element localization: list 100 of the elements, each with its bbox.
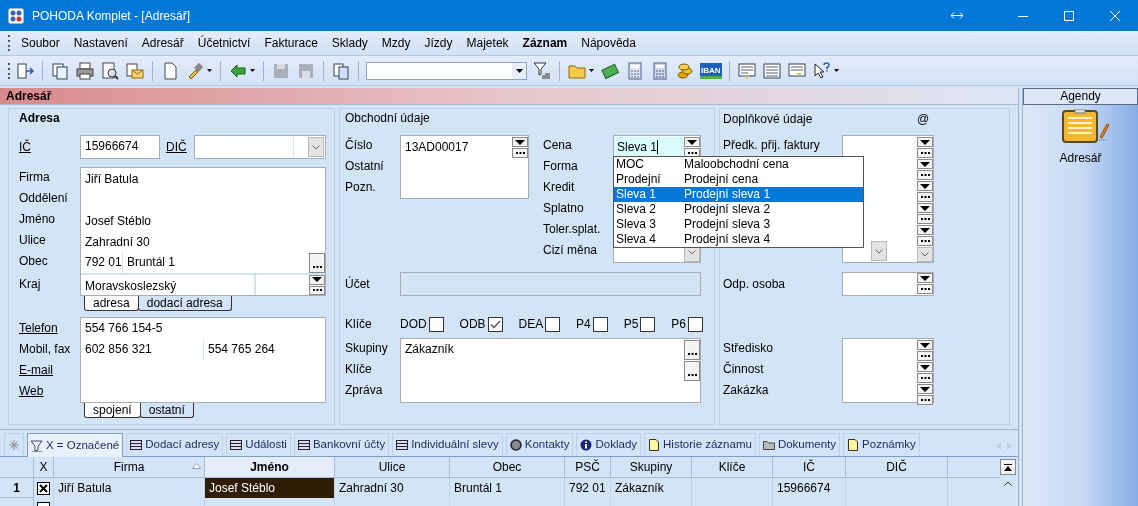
field-label: Předk. přij. faktury <box>723 137 821 154</box>
dropdown-option[interactable]: Sleva 4 Prodejní sleva 4 <box>614 232 863 247</box>
at-sign-label: @ <box>917 110 930 128</box>
city-field[interactable]: Bruntál 1 <box>123 252 309 273</box>
ic-field[interactable]: 15966674 <box>80 135 160 159</box>
column-header[interactable]: DIČ <box>846 457 948 478</box>
field-value[interactable]: Josef Stéblo <box>85 211 152 230</box>
menu-item[interactable]: Adresář <box>134 32 191 54</box>
dropdown-option[interactable]: MOC Maloobchodní cena <box>614 157 863 172</box>
price-field[interactable]: Sleva 1 <box>614 137 684 157</box>
field-label: Cizí měna <box>543 242 599 259</box>
dropdown-option[interactable]: Sleva 2 Prodejní sleva 2 <box>614 202 863 217</box>
panel-header: Adresář <box>0 88 1018 105</box>
tab[interactable]: Historie záznamu <box>644 433 756 456</box>
tab[interactable]: adresa <box>84 296 139 311</box>
field-value[interactable]: Zahradní 30 <box>85 232 150 251</box>
field-value[interactable]: 602 856 321 <box>81 339 204 360</box>
menu-item[interactable]: Účetnictví <box>190 32 258 54</box>
agenda-header: Agendy <box>1023 88 1138 105</box>
field-value: Sleva 1 <box>617 139 658 156</box>
column-header[interactable]: Firma <box>54 457 205 478</box>
field-label: Cena <box>543 137 573 154</box>
field-label: Středisko <box>723 340 775 357</box>
column-header[interactable]: Skupiny <box>611 457 692 478</box>
table-cell: Zahradní 30 <box>335 478 450 498</box>
field-label: Kraj <box>19 276 42 293</box>
dropdown-option[interactable]: Sleva 1 Prodejní sleva 1 <box>614 187 863 202</box>
field-value[interactable]: 554 766 154-5 <box>81 318 163 339</box>
menu-item[interactable]: Majetek <box>459 32 516 54</box>
field-value[interactable]: Jiří Batula <box>85 169 139 188</box>
tab[interactable]: Události <box>226 433 291 456</box>
field-label: Oddělení <box>19 190 69 207</box>
field-label: Obec <box>19 253 49 270</box>
tab[interactable]: Individuální slevy <box>392 433 503 456</box>
tab[interactable]: X = Označené <box>27 433 124 457</box>
menu-item[interactable]: Soubor <box>14 32 67 54</box>
checkbox-label: P4 <box>576 316 591 333</box>
menu-item[interactable]: Nápověda <box>574 32 643 54</box>
field-label: Skupiny <box>345 340 389 357</box>
tab[interactable]: spojení <box>84 403 141 418</box>
table-cell: 15966674 <box>773 478 846 498</box>
field-label: Splatno <box>543 200 585 217</box>
field-label: Odp. osoba <box>723 276 787 293</box>
checkbox-label: DOD <box>400 316 427 333</box>
field-label: Toler.splat. <box>543 221 602 238</box>
tab[interactable]: Bankovní účty <box>293 433 390 456</box>
menu-item[interactable]: Sklady <box>324 32 375 54</box>
table-cell: Zákazník <box>611 478 692 498</box>
field-label: Pozn. <box>345 179 377 196</box>
menu-item[interactable]: Nastavení <box>66 32 135 54</box>
field-label: Jméno <box>19 211 57 228</box>
iban-button[interactable]: IBAN <box>700 62 722 79</box>
field-label: DIČ <box>166 138 188 156</box>
field-label: Web <box>19 383 45 400</box>
column-header[interactable]: Klíče <box>692 457 773 478</box>
table-cell: 792 01 <box>565 478 611 498</box>
dropdown-option[interactable]: Sleva 3 Prodejní sleva 3 <box>614 217 863 232</box>
section-title: Adresa <box>19 110 60 127</box>
agenda-item[interactable]: Adresář <box>1061 109 1110 167</box>
checkbox-label: ODB <box>459 316 486 333</box>
tab[interactable]: Dokumenty <box>758 433 841 456</box>
menu-item[interactable]: Fakturace <box>257 32 325 54</box>
row-header[interactable]: 1 <box>0 478 34 498</box>
table-cell: Josef Stéblo <box>205 478 335 498</box>
checkbox-label: P5 <box>623 316 639 333</box>
tab[interactable]: Doklady <box>576 433 642 456</box>
menu-item[interactable]: Mzdy <box>374 32 418 54</box>
tab[interactable]: Kontakty <box>505 433 574 456</box>
window-title: POHODA Komplet - [Adresář] <box>32 7 191 25</box>
postcode-field[interactable]: 792 01 <box>81 252 123 273</box>
field-label: Mobil, fax <box>19 341 72 358</box>
column-header[interactable]: Obec <box>450 457 565 478</box>
tab[interactable]: dodací adresa <box>137 296 232 311</box>
field-value[interactable]: Zákazník <box>401 339 684 402</box>
field-value[interactable]: 13AD00017 <box>401 136 512 198</box>
table-cell: Bruntál 1 <box>450 478 565 498</box>
column-header[interactable]: PSČ <box>565 457 611 478</box>
field-label: IČ <box>19 138 32 156</box>
menu-item[interactable]: Jízdy <box>417 32 460 54</box>
field-label: Účet <box>345 275 371 293</box>
tab[interactable]: ostatní <box>139 403 194 418</box>
dropdown-option[interactable]: Prodejní Prodejní cena <box>614 172 863 187</box>
field-label: Zpráva <box>345 382 384 399</box>
column-header[interactable]: Ulice <box>335 457 450 478</box>
field-label: Činnost <box>723 360 765 378</box>
column-header[interactable]: Jméno <box>205 457 335 478</box>
section-title: Doplňkové údaje <box>723 110 814 128</box>
tab[interactable]: Poznámky <box>843 433 920 456</box>
section-title: Obchodní údaje <box>345 110 430 127</box>
field-label: Ulice <box>19 232 47 249</box>
field-value[interactable]: 554 765 264 <box>204 339 275 360</box>
column-header[interactable]: X <box>34 457 54 478</box>
column-header[interactable]: IČ <box>773 457 846 478</box>
field-label: Firma <box>19 169 51 186</box>
field-label: Forma <box>543 158 579 175</box>
menu-item[interactable]: Záznam <box>515 32 575 54</box>
tab[interactable]: Dodací adresy <box>126 433 224 456</box>
field-label: Telefon <box>19 320 59 337</box>
checkbox-label: P6 <box>671 316 686 333</box>
field-label: Ostatní <box>345 158 385 175</box>
